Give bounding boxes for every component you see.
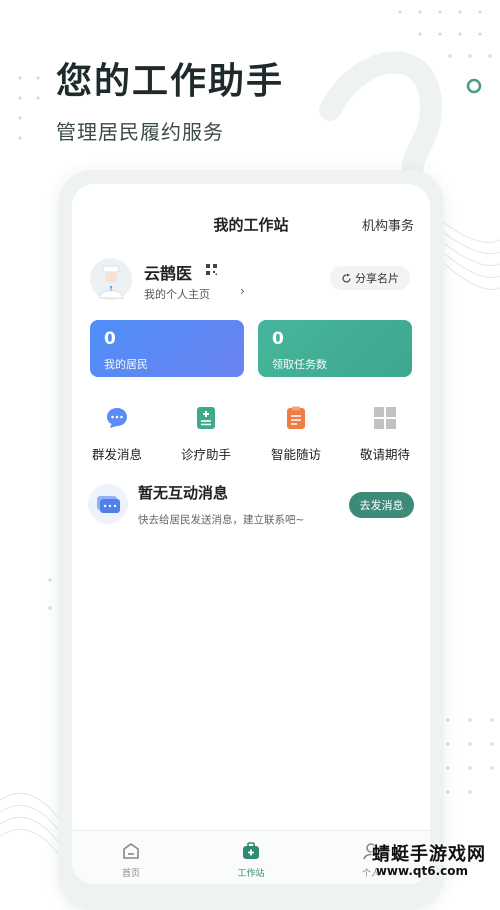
grid-icon [374, 407, 396, 429]
tasks-label: 领取任务数 [272, 358, 327, 371]
medkit-icon [243, 842, 259, 859]
message-empty-description: 快去给居民发送消息，建立联系吧~ [138, 514, 305, 526]
doctor-avatar-icon [90, 258, 132, 300]
send-message-button[interactable]: 去发消息 [349, 492, 414, 518]
tasks-count: 0 [272, 329, 284, 349]
site-watermark: 蜻蜓手游戏网 www.qt6.com [340, 840, 490, 884]
tool-label-diagnosis: 诊疗助手 [180, 447, 231, 462]
interaction-message-panel: 暂无互动消息 快去给居民发送消息，建立联系吧~ 去发消息 [88, 482, 418, 532]
qr-code-icon[interactable] [206, 264, 217, 275]
chat-bubble-icon [107, 408, 127, 428]
tool-smart-followup[interactable]: 智能随访 [251, 406, 341, 463]
tool-coming-soon[interactable]: 敬请期待 [340, 406, 430, 463]
top-bar: 我的工作站 机构事务 [72, 214, 430, 238]
hero-title: 您的工作助手 [56, 61, 285, 102]
home-icon [123, 843, 139, 859]
doctor-name: 云鹊医 [144, 264, 193, 283]
chevron-right-icon: › [240, 284, 245, 298]
share-card-button[interactable]: 分享名片 [330, 266, 410, 290]
tab-home-label: 首页 [121, 869, 140, 879]
share-card-label: 分享名片 [355, 272, 399, 285]
profile-section: 云鹊医 我的个人主页 › 分享名片 [90, 258, 420, 302]
tasks-card[interactable]: 0 领取任务数 [258, 320, 412, 377]
residents-label: 我的居民 [104, 358, 148, 371]
residents-count: 0 [104, 329, 116, 349]
messages-icon [97, 496, 120, 513]
watermark-url: www.qt6.com [375, 864, 468, 878]
clipboard-plus-icon [197, 407, 215, 429]
tool-label-group-message: 群发消息 [91, 447, 142, 462]
homepage-link[interactable]: 我的个人主页 [144, 286, 210, 302]
tool-diagnosis-assistant[interactable]: 诊疗助手 [161, 406, 251, 463]
share-icon [342, 273, 351, 283]
tab-workstation[interactable]: 工作站 [221, 841, 281, 879]
tool-grid: 群发消息 诊疗助手 智能随访 敬请期待 [72, 406, 430, 466]
clipboard-list-icon [287, 406, 305, 429]
message-empty-title: 暂无互动消息 [138, 484, 229, 502]
app-screen: 我的工作站 机构事务 云鹊医 我的个人主页 › 分享名片 0 我的居民 0 领取… [72, 184, 430, 884]
message-icon-wrapper [88, 484, 128, 524]
tab-workstation-label: 工作站 [237, 869, 265, 879]
watermark-title: 蜻蜓手游戏网 [372, 844, 486, 865]
institution-affairs-link[interactable]: 机构事务 [362, 215, 414, 234]
my-residents-card[interactable]: 0 我的居民 [90, 320, 244, 377]
avatar[interactable] [90, 258, 132, 300]
tab-home[interactable]: 首页 [101, 841, 161, 879]
tool-label-coming-soon: 敬请期待 [359, 447, 410, 462]
tool-group-message[interactable]: 群发消息 [72, 406, 162, 463]
tool-label-followup: 智能随访 [270, 447, 321, 462]
hero-subtitle: 管理居民履约服务 [56, 120, 224, 144]
